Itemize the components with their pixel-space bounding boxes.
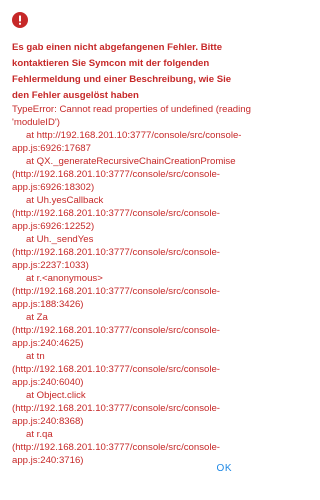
- error-message: Es gab einen nicht abgefangenen Fehler. …: [12, 42, 232, 101]
- trace-line: at http://192.168.201.10:3777/console/sr…: [26, 130, 242, 141]
- trace-line: app.js:6926:18302): [12, 182, 95, 193]
- trace-line: app.js:6926:12252): [12, 221, 95, 232]
- trace-line: app.js:6926:17687: [12, 143, 91, 154]
- error-dialog: Es gab einen nicht abgefangenen Fehler. …: [0, 0, 254, 500]
- trace-line: at Za: [26, 312, 48, 323]
- ok-button[interactable]: OK: [211, 459, 238, 478]
- trace-line: (http://192.168.201.10:3777/console/src/…: [12, 169, 221, 180]
- trace-line: TypeError: Cannot read properties of und…: [12, 104, 251, 115]
- trace-line: (http://192.168.201.10:3777/console/src/…: [12, 403, 221, 414]
- trace-line: (http://192.168.201.10:3777/console/src/…: [12, 208, 221, 219]
- trace-line: at Uh.yesCallback: [26, 195, 104, 206]
- stack-trace: TypeError: Cannot read properties of und…: [12, 103, 252, 467]
- trace-line: (http://192.168.201.10:3777/console/src/…: [12, 286, 221, 297]
- trace-line: at QX._generateRecursiveChainCreationPro…: [26, 156, 236, 167]
- trace-line: app.js:240:6040): [12, 377, 84, 388]
- trace-line: at tn: [26, 351, 45, 362]
- trace-line: (http://192.168.201.10:3777/console/src/…: [12, 364, 221, 375]
- trace-line: app.js:2237:1033): [12, 260, 89, 271]
- trace-line: at Object.click: [26, 390, 86, 401]
- trace-line: app.js:240:4625): [12, 338, 84, 349]
- trace-line: at r.<anonymous>: [26, 273, 103, 284]
- trace-line: (http://192.168.201.10:3777/console/src/…: [12, 325, 221, 336]
- trace-line: at r.qa: [26, 429, 53, 440]
- trace-line: (http://192.168.201.10:3777/console/src/…: [12, 247, 221, 258]
- trace-line: (http://192.168.201.10:3777/console/src/…: [12, 442, 221, 453]
- error-icon: [12, 12, 28, 28]
- trace-line: at Uh._sendYes: [26, 234, 94, 245]
- trace-line: 'moduleID'): [12, 117, 60, 128]
- trace-line: app.js:240:8368): [12, 416, 84, 427]
- trace-line: app.js:188:3426): [12, 299, 84, 310]
